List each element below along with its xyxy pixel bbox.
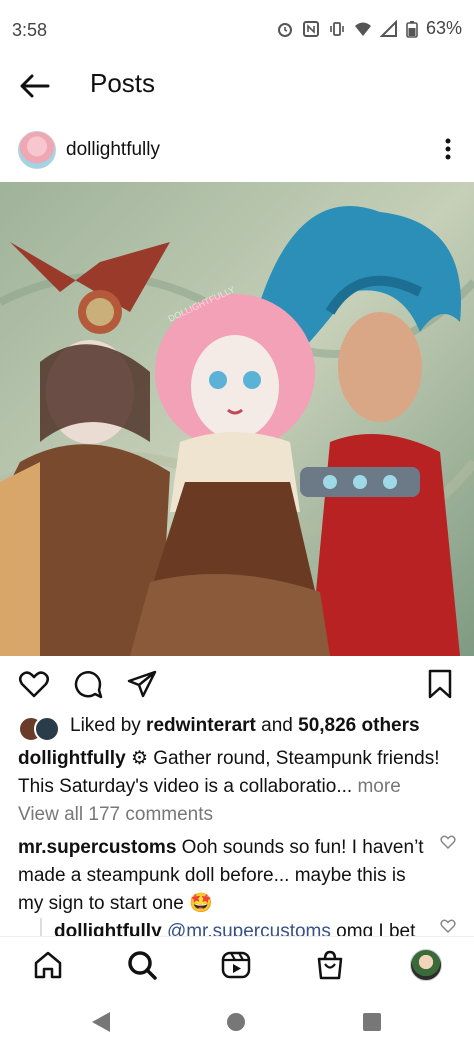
comment-username[interactable]: mr.supercustoms: [18, 837, 176, 858]
star-eyes-emoji: 🤩: [189, 893, 213, 914]
more-options-icon[interactable]: [444, 137, 452, 161]
nfc-icon: [302, 20, 319, 37]
caption-username[interactable]: dollightfully: [18, 748, 126, 769]
bottom-nav: [0, 936, 474, 997]
heart-icon[interactable]: [18, 668, 50, 700]
back-triangle-icon[interactable]: [90, 1010, 112, 1034]
home-icon[interactable]: [32, 949, 64, 981]
avatar[interactable]: [18, 131, 56, 169]
signal-icon: [379, 19, 397, 37]
view-all-comments[interactable]: View all 177 comments: [18, 804, 213, 826]
reply-username[interactable]: dollightfully: [54, 921, 162, 936]
system-nav-bar: [0, 996, 474, 1053]
comment-icon[interactable]: [72, 668, 104, 700]
caption: dollightfully ⚙ Gather round, Steampunk …: [18, 745, 458, 801]
header: Posts: [0, 60, 474, 110]
battery-percent: 63%: [425, 18, 462, 38]
liked-user[interactable]: redwinterart: [146, 715, 256, 736]
shop-icon[interactable]: [314, 949, 346, 981]
wifi-icon: [354, 22, 371, 36]
gear-emoji: ⚙: [130, 748, 148, 769]
page-title: Posts: [90, 68, 156, 98]
comment-heart-icon[interactable]: [440, 834, 456, 850]
liker-avatar: [34, 716, 60, 742]
reply-mention[interactable]: @mr.supercustoms: [167, 921, 331, 936]
comment: mr.supercustoms Ooh sounds so fun! I hav…: [18, 834, 428, 918]
liked-by[interactable]: Liked by redwinterart and 50,826 others: [0, 712, 474, 742]
reels-icon[interactable]: [220, 949, 252, 981]
search-icon[interactable]: [126, 949, 158, 981]
bookmark-icon[interactable]: [424, 668, 456, 700]
liked-count[interactable]: 50,826 others: [298, 715, 419, 736]
arrow-left-icon[interactable]: [18, 72, 50, 100]
status-time: 3:58: [12, 20, 48, 40]
status-icons: 63%: [276, 18, 462, 39]
alarm-icon: [277, 22, 292, 37]
home-circle-icon[interactable]: [226, 1012, 246, 1032]
post-photo[interactable]: DOLLIGHTFULLY: [0, 182, 474, 656]
post-actions: [0, 662, 474, 708]
more-link[interactable]: more: [352, 776, 400, 797]
doll-photo: DOLLIGHTFULLY: [0, 182, 474, 656]
vibrate-icon: [330, 21, 344, 36]
liked-by-text: Liked by redwinterart and 50,826 others: [70, 715, 420, 737]
status-bar: 3:58 63%: [0, 0, 474, 60]
liked-prefix: Liked by: [70, 715, 147, 736]
profile-avatar[interactable]: [410, 949, 442, 981]
recents-square-icon[interactable]: [362, 1012, 382, 1032]
post-username[interactable]: dollightfully: [66, 139, 160, 161]
post-header: dollightfully: [0, 125, 474, 175]
share-icon[interactable]: [126, 668, 158, 700]
liked-middle: and: [255, 715, 299, 736]
battery-icon: [406, 20, 418, 38]
reply-text: omg I bet: [330, 921, 416, 936]
reply-comment: dollightfully @mr.supercustoms omg I bet: [40, 918, 434, 936]
reply-heart-icon[interactable]: [440, 918, 456, 934]
